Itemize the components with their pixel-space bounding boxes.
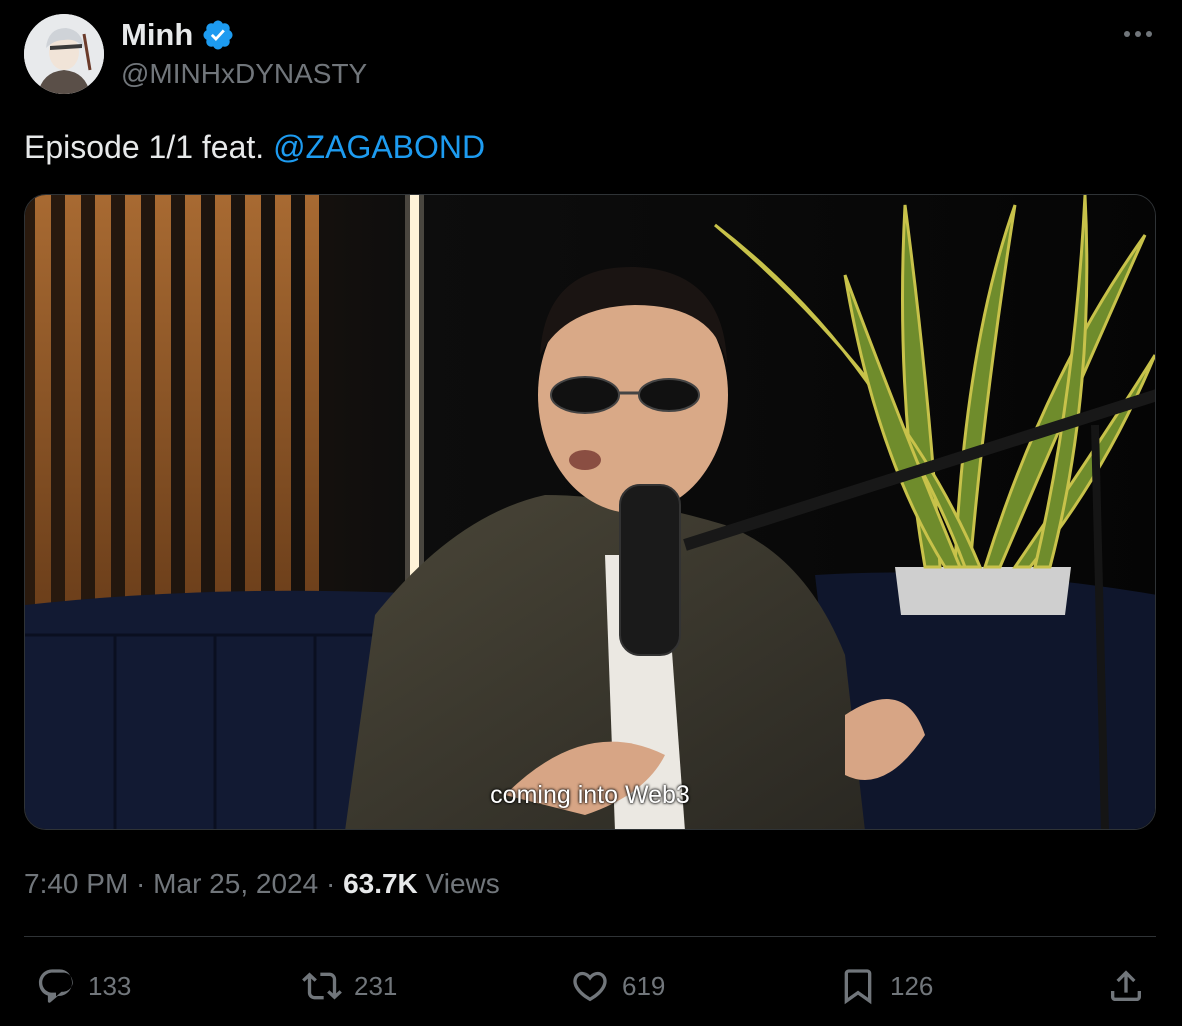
reply-icon bbox=[38, 969, 73, 1003]
video-frame bbox=[25, 195, 1155, 829]
retweet-icon bbox=[302, 972, 342, 1000]
like-button[interactable]: 619 bbox=[570, 960, 665, 1012]
meta-separator: · bbox=[318, 868, 344, 899]
author-name-text: Minh bbox=[121, 17, 194, 52]
verified-badge-icon bbox=[203, 20, 233, 50]
bookmark-icon bbox=[844, 969, 872, 1005]
more-button[interactable] bbox=[1118, 16, 1158, 52]
reply-count: 133 bbox=[88, 970, 132, 1001]
video-media[interactable]: coming into Web3 bbox=[24, 194, 1156, 830]
like-count: 619 bbox=[622, 970, 666, 1001]
share-icon bbox=[1111, 970, 1141, 1001]
action-bar: 133 231 619 126 bbox=[24, 960, 1156, 1012]
bookmark-button[interactable]: 126 bbox=[838, 960, 933, 1012]
tweet-meta: 7:40 PM · Mar 25, 2024 · 63.7K Views bbox=[24, 866, 500, 902]
tweet-date[interactable]: Mar 25, 2024 bbox=[153, 868, 318, 899]
share-button[interactable] bbox=[1106, 960, 1146, 1012]
retweet-button[interactable]: 231 bbox=[302, 960, 397, 1012]
author-display-name[interactable]: Minh bbox=[121, 16, 235, 54]
tweet-text: Episode 1/1 feat. @ZAGABOND bbox=[24, 126, 485, 168]
video-caption: coming into Web3 bbox=[490, 781, 690, 809]
meta-separator: · bbox=[128, 868, 154, 899]
bookmark-count: 126 bbox=[890, 970, 934, 1001]
avatar-image bbox=[24, 14, 104, 94]
avatar[interactable] bbox=[24, 14, 104, 94]
tweet-time[interactable]: 7:40 PM bbox=[24, 868, 128, 899]
divider bbox=[24, 936, 1156, 937]
author-handle[interactable]: @MINHxDYNASTY bbox=[121, 57, 367, 91]
reply-button[interactable]: 133 bbox=[36, 960, 131, 1012]
heart-icon bbox=[573, 971, 607, 1002]
views-label: Views bbox=[417, 868, 500, 899]
retweet-count: 231 bbox=[354, 970, 398, 1001]
more-icon bbox=[1124, 31, 1152, 37]
mention-link[interactable]: @ZAGABOND bbox=[273, 129, 485, 165]
views-count: 63.7K bbox=[343, 868, 418, 899]
tweet-text-body: Episode 1/1 feat. bbox=[24, 129, 274, 165]
